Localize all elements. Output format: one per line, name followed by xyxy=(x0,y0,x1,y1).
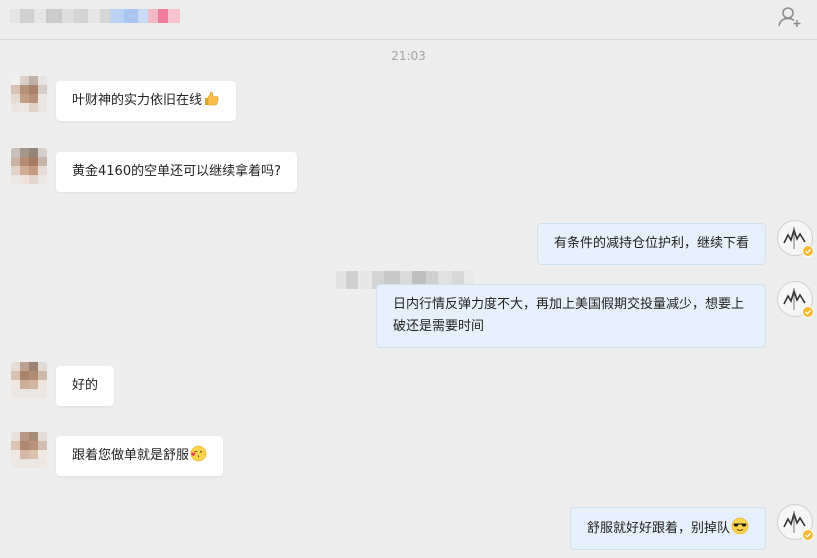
message-bubble[interactable]: 黄金4160的空单还可以继续拿着吗? xyxy=(56,152,297,192)
message-text: 舒服就好好跟着，别掉队 xyxy=(586,521,730,536)
verified-badge-icon xyxy=(802,529,814,541)
message-text: 跟着您做单就是舒服 xyxy=(72,448,190,463)
message-bubble[interactable]: 有条件的减持仓位护利，继续下看 xyxy=(536,223,766,265)
avatar[interactable] xyxy=(11,148,47,184)
add-user-icon[interactable] xyxy=(778,6,802,28)
chat-header xyxy=(0,0,817,40)
avatar[interactable] xyxy=(11,432,47,468)
chat-title-blurred xyxy=(10,9,190,23)
message-bubble[interactable]: 叶财神的实力依旧在线 xyxy=(56,81,237,121)
message-text: 好的 xyxy=(72,378,99,393)
message-text: 有条件的减持仓位护利，继续下看 xyxy=(553,236,749,251)
avatar[interactable] xyxy=(11,362,47,398)
message-text: 日内行情反弹力度不大，再加上美国假期交投量减少，想要上破还是需要时间 xyxy=(393,297,745,334)
my-avatar[interactable] xyxy=(777,220,814,257)
message-text: 黄金4160的空单还可以继续拿着吗? xyxy=(72,164,281,179)
message-bubble[interactable]: 舒服就好好跟着，别掉队 xyxy=(569,507,766,550)
my-avatar[interactable] xyxy=(777,281,814,318)
message-timestamp: 21:03 xyxy=(391,49,426,63)
verified-badge-icon xyxy=(802,245,814,257)
verified-badge-icon xyxy=(802,306,814,318)
message-bubble[interactable]: 好的 xyxy=(56,366,115,406)
thumbs-up-emoji xyxy=(205,91,219,106)
message-bubble[interactable]: 日内行情反弹力度不大，再加上美国假期交投量减少，想要上破还是需要时间 xyxy=(376,284,766,348)
message-text: 叶财神的实力依旧在线 xyxy=(72,93,203,108)
kiss-emoji xyxy=(190,445,207,462)
my-avatar[interactable] xyxy=(777,504,814,541)
avatar[interactable] xyxy=(11,76,47,112)
sunglasses-emoji xyxy=(731,517,749,535)
message-bubble[interactable]: 跟着您做单就是舒服 xyxy=(56,436,224,476)
